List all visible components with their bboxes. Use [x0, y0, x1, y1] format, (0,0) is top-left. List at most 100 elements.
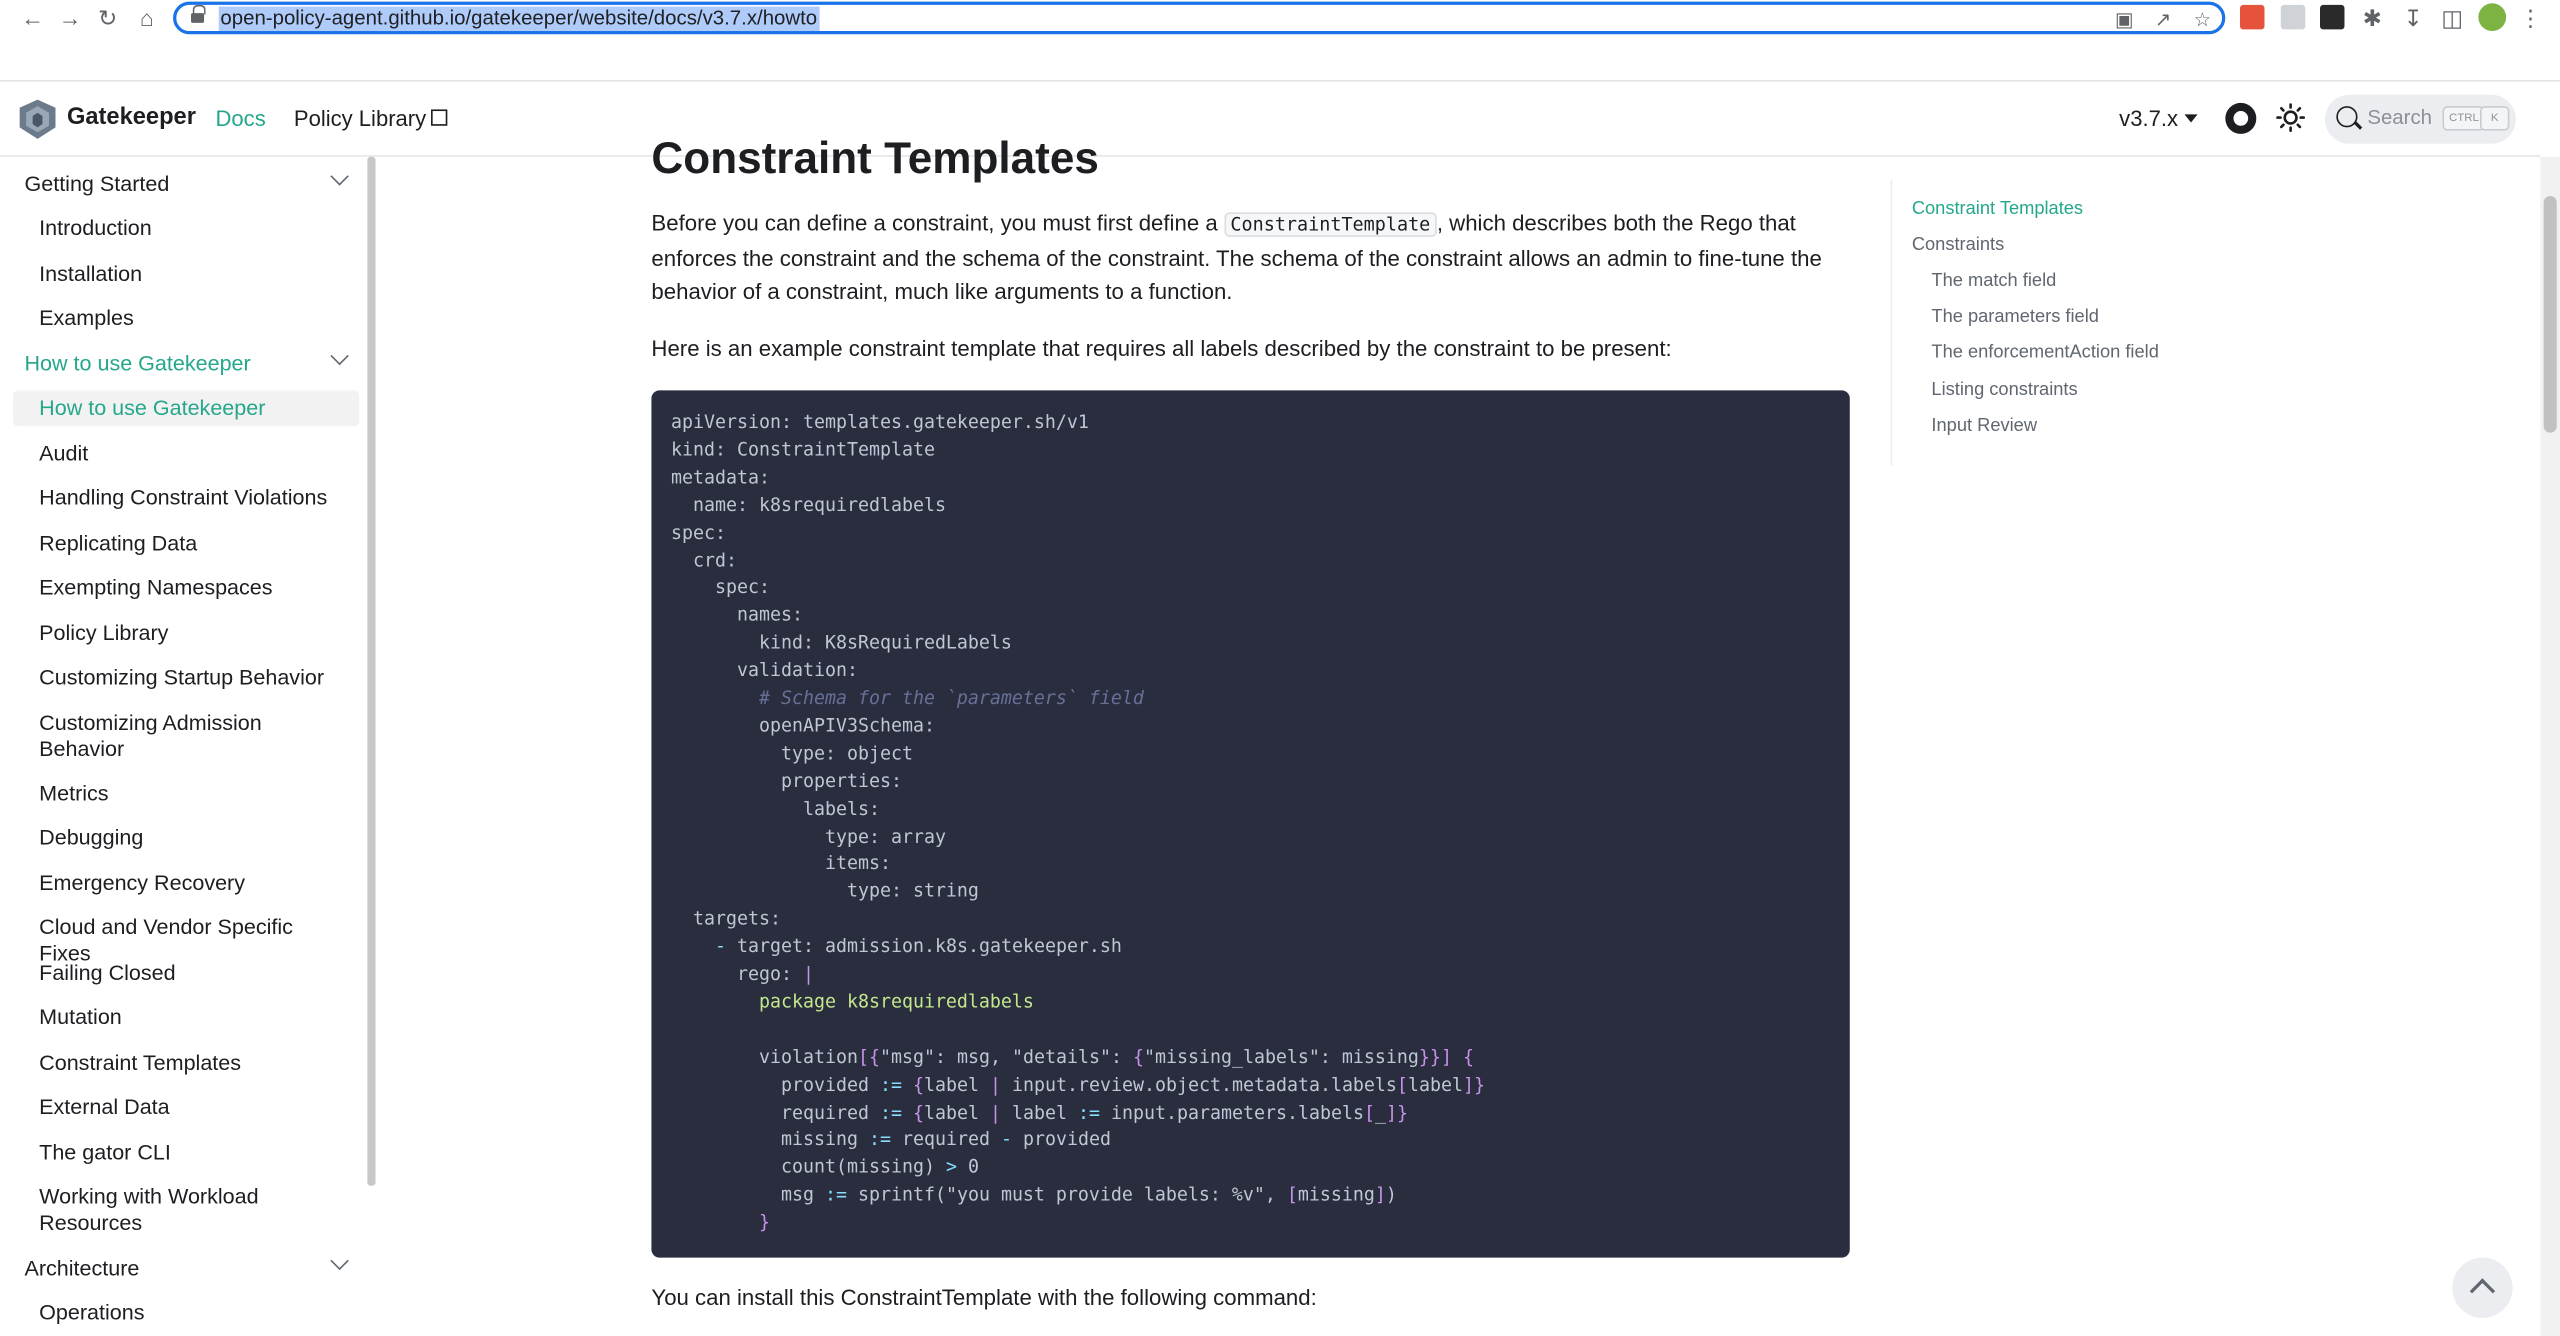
install-paragraph: You can install this ConstraintTemplate … [651, 1285, 1317, 1310]
sidebar-item[interactable]: Policy Library [13, 616, 359, 652]
reload-icon[interactable]: ↻ [95, 5, 121, 31]
sidebar-item-label: Examples [39, 305, 134, 330]
sidepanel-icon[interactable]: ◫ [2439, 5, 2465, 31]
sidebar-item[interactable]: Audit [13, 436, 359, 472]
toc-link[interactable]: The match field [1931, 271, 2056, 291]
nav-policy-library-label: Policy Library [293, 106, 427, 131]
kbd-k: K [2479, 106, 2510, 131]
code-line: kind: ConstraintTemplate [671, 439, 935, 461]
profile-avatar[interactable] [2478, 3, 2507, 32]
extension-red-icon[interactable] [2239, 4, 2265, 30]
sidebar-item[interactable]: Operations [13, 1295, 359, 1331]
sidebar-item[interactable]: Metrics [13, 776, 359, 812]
sidebar-item[interactable]: The gator CLI [13, 1135, 359, 1171]
sidebar-item[interactable]: How to use Gatekeeper [13, 390, 360, 427]
sidebar-item[interactable]: Examples [13, 301, 359, 337]
toc-link[interactable]: Listing constraints [1931, 381, 2077, 401]
sidebar-item[interactable]: Cloud and Vendor Specific Fixes [13, 910, 359, 965]
chevron-down-icon[interactable] [330, 167, 349, 186]
sidebar-item[interactable]: Replicating Data [13, 526, 359, 562]
sidebar-item[interactable]: Customizing Startup Behavior [13, 660, 359, 696]
sidebar-item-label: Working with Workload Resources [39, 1184, 259, 1234]
forward-icon[interactable]: → [57, 5, 83, 31]
page-scrollbar[interactable] [2540, 156, 2560, 1336]
toc-link[interactable]: Constraint Templates [1912, 199, 2083, 219]
code-line: openAPIV3Schema: [671, 715, 935, 737]
translate-icon[interactable]: ▣ [2113, 8, 2136, 31]
sidebar-item[interactable]: External Data [13, 1089, 359, 1125]
nav-docs[interactable]: Docs [216, 106, 266, 130]
code-line: rego: | [671, 963, 815, 985]
extension-gray-icon[interactable] [2280, 4, 2306, 30]
sidebar-item-label: How to use Gatekeeper [24, 351, 251, 376]
sidebar-scrollbar[interactable] [367, 156, 376, 1186]
sidebar-item[interactable]: Installation [13, 256, 359, 292]
chevron-down-icon[interactable] [330, 346, 349, 366]
toc-link[interactable]: Input Review [1931, 416, 2037, 436]
sidebar-item-label: Policy Library [39, 620, 169, 646]
bookmark-star-icon[interactable]: ☆ [2191, 8, 2214, 31]
toc-link[interactable]: The enforcementAction field [1931, 343, 2158, 363]
nav-policy-library[interactable]: Policy Library [293, 106, 448, 131]
kbd-ctrl: CTRL [2442, 106, 2486, 131]
sidebar-item[interactable]: Introduction [13, 211, 359, 247]
sidebar-item[interactable]: Constraint Templates [13, 1045, 359, 1081]
sidebar-item-label: Installation [39, 261, 143, 286]
sidebar-item-label: Customizing Admission Behavior [39, 710, 262, 761]
download-icon[interactable]: ↧ [2400, 5, 2426, 31]
home-icon[interactable]: ⌂ [134, 5, 160, 31]
browser-toolbar: ← → ↻ ⌂ open-policy-agent.github.io/gate… [0, 0, 2560, 82]
code-line: names: [671, 604, 803, 627]
sidebar-item-label: Mutation [39, 1004, 122, 1029]
sidebar-category[interactable]: How to use Gatekeeper [13, 346, 359, 382]
chevron-down-icon[interactable] [330, 1251, 349, 1271]
gatekeeper-logo-icon[interactable] [19, 99, 56, 139]
code-line: type: array [671, 825, 946, 847]
sidebar-category[interactable]: Architecture [13, 1251, 359, 1287]
code-line: } [759, 1212, 771, 1234]
sidebar-item[interactable]: Handling Constraint Violations [13, 480, 359, 516]
page-scrollbar-thumb[interactable] [2543, 195, 2557, 433]
brand-title[interactable]: Gatekeeper [67, 105, 196, 131]
sidebar-item[interactable]: Customizing Admission Behavior [13, 706, 359, 768]
back-icon[interactable]: ← [20, 5, 46, 31]
code-line: validation: [671, 659, 858, 682]
address-bar[interactable]: open-policy-agent.github.io/gatekeeper/w… [173, 1, 2226, 35]
toc-link[interactable]: Constraints [1912, 235, 2004, 255]
github-icon[interactable] [2225, 102, 2257, 134]
sidebar-item[interactable]: Emergency Recovery [13, 866, 359, 902]
table-of-contents: Constraint Templates Constraints The match… [1890, 179, 2218, 466]
puzzle-icon[interactable]: ✱ [2359, 5, 2385, 31]
url-text[interactable]: open-policy-agent.github.io/gatekeeper/w… [218, 6, 819, 32]
code-line: count(missing) > 0 [671, 1156, 979, 1179]
intro-text-1: Before you can define a constraint, you … [651, 210, 1224, 236]
sidebar-item[interactable]: Failing Closed [13, 955, 359, 991]
code-line: spec: [671, 577, 770, 599]
sidebar-item-label: Audit [39, 440, 89, 466]
sidebar-item-label: External Data [39, 1094, 170, 1119]
external-link-icon [431, 109, 448, 126]
intro-paragraph: Before you can define a constraint, you … [651, 207, 1851, 309]
search-button[interactable]: Search CTRL K [2324, 94, 2516, 144]
toc-link[interactable]: The parameters field [1931, 307, 2099, 327]
sidebar-category[interactable]: Getting Started [13, 167, 359, 203]
sidebar-item-label: How to use Gatekeeper [39, 395, 266, 420]
menu-dots-icon[interactable]: ⋮ [2518, 5, 2544, 31]
sidebar-item-label: Metrics [39, 780, 109, 806]
theme-toggle-sun-icon[interactable] [2276, 103, 2305, 132]
caret-down-icon [2184, 114, 2198, 123]
sidebar-item[interactable]: Mutation [13, 1000, 359, 1036]
sidebar-item[interactable]: Working with Workload Resources [13, 1179, 359, 1241]
code-line: provided := {label | input.review.object… [671, 1074, 1485, 1096]
code-line: type: string [671, 880, 979, 903]
version-dropdown[interactable]: v3.7.x [2119, 106, 2198, 131]
share-icon[interactable]: ↗ [2152, 8, 2175, 31]
sidebar-item-label: Introduction [39, 215, 152, 241]
sidebar-item[interactable]: Exempting Namespaces [13, 570, 359, 606]
code-line: type: object [671, 742, 913, 765]
sidebar-item[interactable]: Debugging [13, 820, 359, 856]
extension-dark-icon[interactable] [2319, 4, 2345, 30]
search-placeholder: Search [2367, 106, 2433, 130]
back-to-top-button[interactable] [2452, 1257, 2513, 1319]
code-line: metadata: [671, 466, 770, 489]
